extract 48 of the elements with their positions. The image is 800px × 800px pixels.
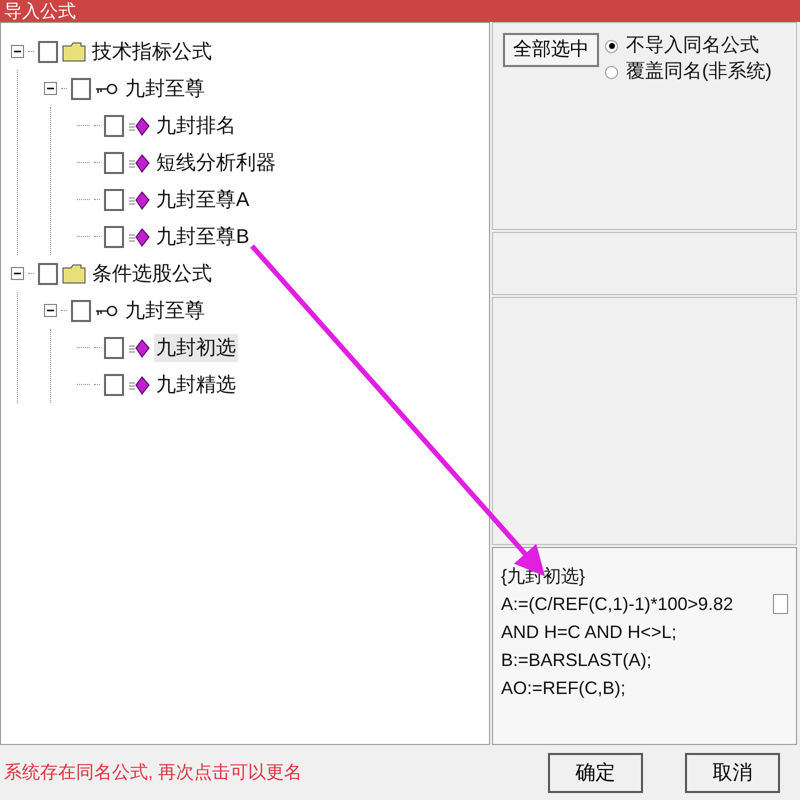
checkbox[interactable] bbox=[38, 40, 58, 62]
tree-item[interactable]: 九封至尊 bbox=[123, 74, 207, 102]
folder-icon bbox=[62, 264, 86, 284]
tree-item[interactable]: 九封精选 bbox=[154, 370, 238, 398]
gem-icon bbox=[128, 152, 150, 174]
checkbox[interactable] bbox=[104, 188, 124, 210]
tree-item[interactable]: 九封初选 bbox=[154, 334, 238, 362]
checkbox[interactable] bbox=[773, 594, 788, 614]
gem-icon bbox=[128, 336, 150, 358]
option-label: 不导入同名公式 bbox=[626, 34, 759, 58]
code-line: A:=(C/REF(C,1)-1)*100>9.82 bbox=[501, 593, 734, 616]
code-line: AND H=C AND H<>L; bbox=[501, 621, 677, 644]
gem-icon bbox=[128, 374, 150, 396]
expander-icon[interactable] bbox=[44, 304, 57, 317]
tree-item[interactable]: 九封至尊B bbox=[154, 222, 252, 250]
status-message: 系统存在同名公式, 再次点击可以更名 bbox=[4, 761, 304, 784]
expander-icon[interactable] bbox=[44, 82, 57, 95]
code-line: B:=BARSLAST(A); bbox=[501, 649, 652, 672]
checkbox[interactable] bbox=[104, 152, 124, 174]
key-icon bbox=[95, 82, 119, 96]
code-line: AO:=REF(C,B); bbox=[501, 677, 626, 700]
tree-item[interactable]: 短线分析利器 bbox=[154, 148, 278, 176]
ok-button[interactable]: 确定 bbox=[548, 752, 643, 792]
checkbox[interactable] bbox=[104, 226, 124, 248]
gem-icon bbox=[128, 114, 150, 136]
radio-button[interactable] bbox=[605, 66, 618, 78]
tree-item[interactable]: 九封至尊 bbox=[123, 296, 207, 324]
tree-item[interactable]: 九封排名 bbox=[154, 112, 238, 140]
option-label: 覆盖同名(非系统) bbox=[626, 60, 772, 84]
gem-icon bbox=[128, 226, 150, 248]
window-title: 导入公式 bbox=[4, 2, 76, 20]
radio-button[interactable] bbox=[605, 40, 618, 52]
cancel-button[interactable]: 取消 bbox=[685, 752, 780, 792]
select-all-button[interactable]: 全部选中 bbox=[503, 33, 599, 67]
checkbox[interactable] bbox=[71, 300, 91, 322]
checkbox[interactable] bbox=[38, 262, 58, 284]
expander-icon[interactable] bbox=[11, 45, 24, 58]
checkbox[interactable] bbox=[71, 78, 91, 100]
checkbox[interactable] bbox=[104, 374, 124, 396]
key-icon bbox=[95, 304, 119, 318]
gem-icon bbox=[128, 188, 150, 210]
expander-icon[interactable] bbox=[11, 267, 24, 280]
tree-item[interactable]: 条件选股公式 bbox=[90, 260, 214, 288]
tree-item[interactable]: 技术指标公式 bbox=[90, 38, 214, 66]
folder-icon bbox=[62, 42, 86, 62]
tree-item[interactable]: 九封至尊A bbox=[154, 186, 252, 214]
checkbox[interactable] bbox=[104, 114, 124, 136]
checkbox[interactable] bbox=[104, 336, 124, 358]
